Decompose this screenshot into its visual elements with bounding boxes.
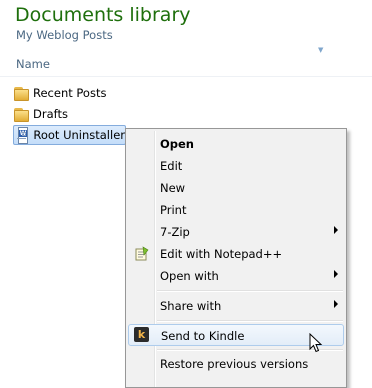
library-title: Documents library [15, 4, 191, 26]
folder-icon [13, 86, 29, 101]
file-list-item-root-uninstaller[interactable]: W Root Uninstaller [13, 125, 126, 145]
word-document-icon: W [17, 126, 29, 144]
file-list-item-drafts[interactable]: Drafts [13, 104, 313, 124]
menu-item-label: Edit [160, 159, 183, 173]
file-list-item-recent-posts[interactable]: Recent Posts [13, 83, 313, 103]
submenu-arrow-icon [334, 226, 338, 234]
menu-item-label: Open [160, 137, 194, 151]
menu-item-edit-with-notepad[interactable]: Edit with Notepad++ [128, 243, 344, 265]
menu-item-share-with[interactable]: Share with [128, 295, 344, 317]
notepad-plus-plus-icon [135, 246, 149, 261]
kindle-icon: k [134, 327, 149, 342]
library-subtitle: My Weblog Posts [16, 28, 113, 42]
menu-item-label: Restore previous versions [160, 357, 309, 371]
file-label: Drafts [33, 107, 68, 121]
menu-item-new[interactable]: New [128, 177, 344, 199]
menu-separator [157, 320, 343, 322]
menu-item-open-with[interactable]: Open with [128, 265, 344, 287]
folder-icon [13, 107, 29, 122]
file-label: Recent Posts [33, 86, 107, 100]
menu-item-label: Share with [160, 299, 222, 313]
menu-item-restore-previous-versions[interactable]: Restore previous versions [128, 353, 344, 375]
menu-item-7zip[interactable]: 7-Zip [128, 221, 344, 243]
submenu-arrow-icon [334, 270, 338, 278]
menu-item-label: Open with [160, 269, 219, 283]
menu-item-edit[interactable]: Edit [128, 155, 344, 177]
submenu-arrow-icon [334, 300, 338, 308]
sort-arrow-icon: ▼ [318, 46, 324, 54]
menu-item-label: New [160, 181, 186, 195]
column-name-header[interactable]: Name [16, 57, 50, 71]
menu-item-open[interactable]: Open [128, 133, 344, 155]
mouse-pointer-icon [309, 333, 323, 353]
column-header: Name [0, 52, 372, 77]
menu-item-label: Print [160, 203, 187, 217]
menu-separator [157, 290, 343, 292]
menu-item-label: Edit with Notepad++ [160, 247, 283, 261]
menu-item-print[interactable]: Print [128, 199, 344, 221]
menu-item-label: Send to Kindle [161, 329, 245, 343]
menu-item-label: 7-Zip [160, 225, 190, 239]
file-label: Root Uninstaller [33, 128, 125, 142]
